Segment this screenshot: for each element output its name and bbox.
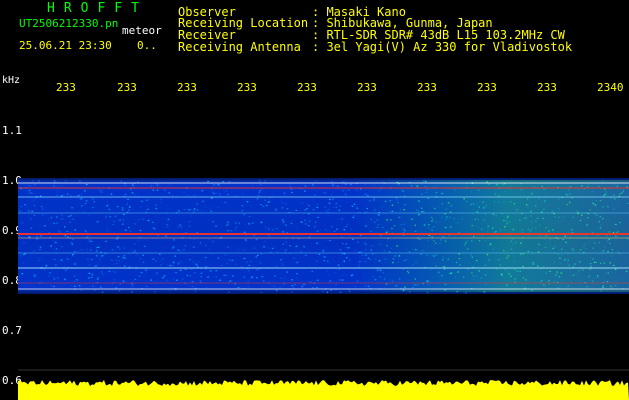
signal-level-strip xyxy=(18,380,629,400)
y-axis-unit: kHz xyxy=(2,75,21,86)
x-tick: 233 xyxy=(357,81,377,94)
signal-level-fill xyxy=(18,380,629,400)
timestamp: 25.06.21 23:30 xyxy=(19,39,112,52)
detection-tag: meteor xyxy=(122,24,162,37)
file-name: UT2506212330.pn xyxy=(19,17,119,30)
antenna-label: Receiving Antenna xyxy=(178,40,301,54)
x-tick: 233 xyxy=(56,81,76,94)
x-tick: 233 xyxy=(537,81,557,94)
app-title: HROFFT xyxy=(47,1,148,16)
x-tick: 233 xyxy=(237,81,257,94)
x-tick: 233 xyxy=(177,81,197,94)
x-tick: 233 xyxy=(477,81,497,94)
x-tick: 233 xyxy=(297,81,317,94)
x-tick: 233 xyxy=(417,81,437,94)
x-tick: 2340 xyxy=(597,81,624,94)
antenna-value: : 3el Yagi(V) Az 330 for Vladivostok xyxy=(312,40,573,54)
time-fraction: 0.. xyxy=(137,39,157,52)
spectrogram xyxy=(18,100,629,400)
x-tick: 233 xyxy=(117,81,137,94)
